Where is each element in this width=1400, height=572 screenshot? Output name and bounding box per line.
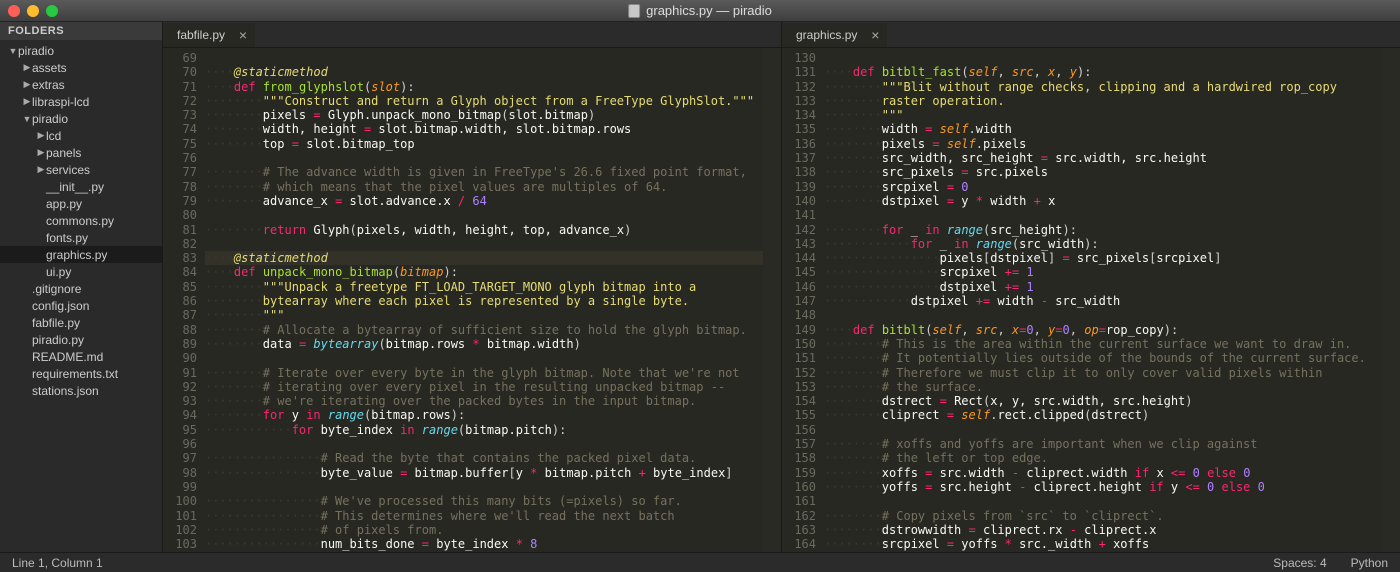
close-icon[interactable]: × <box>871 27 879 43</box>
tree-item[interactable]: ▼piradio <box>0 42 162 59</box>
tree-item[interactable]: graphics.py <box>0 246 162 263</box>
gutter-left: 6970717273747576777879808182838485868788… <box>163 48 205 552</box>
tree-item[interactable]: ▶extras <box>0 76 162 93</box>
window-title: graphics.py — piradio <box>646 3 772 18</box>
close-icon[interactable]: × <box>239 27 247 43</box>
tree-label: graphics.py <box>46 248 107 262</box>
folder-tree: ▼piradio▶assets▶extras▶libraspi-lcd▼pira… <box>0 40 162 401</box>
minimap-left[interactable] <box>763 48 781 552</box>
disclosure-arrow-icon: ▶ <box>22 79 32 90</box>
editor-pane-left: fabfile.py × 697071727374757677787980818… <box>162 22 781 552</box>
tree-item[interactable]: commons.py <box>0 212 162 229</box>
tree-item[interactable]: .gitignore <box>0 280 162 297</box>
disclosure-arrow-icon: ▶ <box>36 130 46 141</box>
tree-item[interactable]: fonts.py <box>0 229 162 246</box>
tree-label: app.py <box>46 197 82 211</box>
tree-item[interactable]: piradio.py <box>0 331 162 348</box>
status-bar: Line 1, Column 1 Spaces: 4 Python <box>0 552 1400 572</box>
tree-label: assets <box>32 61 67 75</box>
tree-item[interactable]: config.json <box>0 297 162 314</box>
tree-label: lcd <box>46 129 61 143</box>
tree-label: services <box>46 163 90 177</box>
tabbar-right: graphics.py × <box>782 22 1400 48</box>
close-window-button[interactable] <box>8 5 20 17</box>
tree-item[interactable]: fabfile.py <box>0 314 162 331</box>
tree-item[interactable]: requirements.txt <box>0 365 162 382</box>
tree-item[interactable]: README.md <box>0 348 162 365</box>
code-left[interactable]: ····@staticmethod····def from_glyphslot(… <box>205 48 763 552</box>
sidebar: FOLDERS ▼piradio▶assets▶extras▶libraspi-… <box>0 22 162 552</box>
minimap-right[interactable] <box>1382 48 1400 552</box>
tree-label: fonts.py <box>46 231 88 245</box>
tree-item[interactable]: ▶panels <box>0 144 162 161</box>
tree-item[interactable]: ▶assets <box>0 59 162 76</box>
disclosure-arrow-icon: ▼ <box>22 114 32 124</box>
window-controls <box>0 5 58 17</box>
minimize-window-button[interactable] <box>27 5 39 17</box>
disclosure-arrow-icon: ▶ <box>22 96 32 107</box>
tree-label: README.md <box>32 350 103 364</box>
editor-left[interactable]: 6970717273747576777879808182838485868788… <box>163 48 781 552</box>
disclosure-arrow-icon: ▶ <box>36 164 46 175</box>
cursor-position[interactable]: Line 1, Column 1 <box>12 556 103 570</box>
document-icon <box>628 4 640 18</box>
tree-label: panels <box>46 146 81 160</box>
syntax-indicator[interactable]: Python <box>1351 556 1388 570</box>
editor-pane-right: graphics.py × 13013113213313413513613713… <box>781 22 1400 552</box>
window-title-wrap: graphics.py — piradio <box>628 3 772 18</box>
tree-label: libraspi-lcd <box>32 95 89 109</box>
tree-item[interactable]: __init__.py <box>0 178 162 195</box>
tree-item[interactable]: app.py <box>0 195 162 212</box>
tabbar-left: fabfile.py × <box>163 22 781 48</box>
tree-label: ui.py <box>46 265 71 279</box>
tree-label: extras <box>32 78 65 92</box>
tree-label: config.json <box>32 299 89 313</box>
editor-right[interactable]: 1301311321331341351361371381391401411421… <box>782 48 1400 552</box>
code-right[interactable]: ····def bitblt_fast(self, src, x, y):···… <box>824 48 1382 552</box>
tab-label: graphics.py <box>796 28 857 42</box>
tab-fabfile[interactable]: fabfile.py × <box>163 23 255 47</box>
indentation-indicator[interactable]: Spaces: 4 <box>1273 556 1326 570</box>
tab-label: fabfile.py <box>177 28 225 42</box>
tree-item[interactable]: ▼piradio <box>0 110 162 127</box>
tree-item[interactable]: stations.json <box>0 382 162 399</box>
tree-label: requirements.txt <box>32 367 118 381</box>
tree-label: commons.py <box>46 214 114 228</box>
tab-graphics[interactable]: graphics.py × <box>782 23 887 47</box>
tree-item[interactable]: ▶services <box>0 161 162 178</box>
zoom-window-button[interactable] <box>46 5 58 17</box>
tree-label: piradio <box>18 44 54 58</box>
tree-label: stations.json <box>32 384 99 398</box>
tree-label: fabfile.py <box>32 316 80 330</box>
tree-label: __init__.py <box>46 180 104 194</box>
tree-item[interactable]: ui.py <box>0 263 162 280</box>
tree-item[interactable]: ▶libraspi-lcd <box>0 93 162 110</box>
disclosure-arrow-icon: ▼ <box>8 46 18 56</box>
tree-label: piradio <box>32 112 68 126</box>
titlebar: graphics.py — piradio <box>0 0 1400 22</box>
tree-label: piradio.py <box>32 333 84 347</box>
gutter-right: 1301311321331341351361371381391401411421… <box>782 48 824 552</box>
sidebar-header: FOLDERS <box>0 22 162 40</box>
disclosure-arrow-icon: ▶ <box>22 62 32 73</box>
tree-label: .gitignore <box>32 282 81 296</box>
tree-item[interactable]: ▶lcd <box>0 127 162 144</box>
disclosure-arrow-icon: ▶ <box>36 147 46 158</box>
